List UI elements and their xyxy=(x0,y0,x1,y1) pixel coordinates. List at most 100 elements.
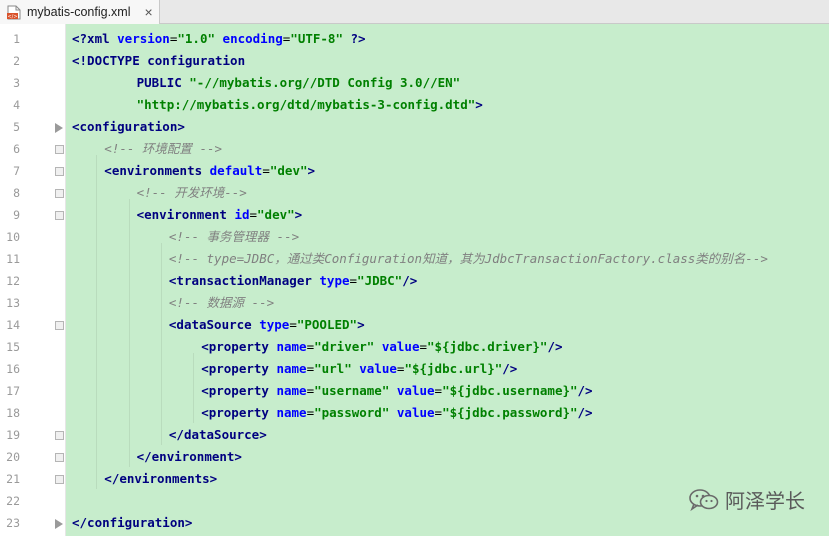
line-number: 16 xyxy=(6,362,20,376)
code-line[interactable]: PUBLIC "-//mybatis.org//DTD Config 3.0//… xyxy=(137,72,461,94)
indent-guide xyxy=(96,155,98,489)
line-number-gutter: 1 2 3 4 5 6 7 8 9 10 11 12 13 14 15 16 17 18 19 20 21 22 23 xyxy=(0,24,66,536)
code-token: "JDBC" xyxy=(357,273,403,288)
code-token: <!-- 开发环境--> xyxy=(136,185,247,200)
line-number: 4 xyxy=(13,98,20,112)
code-line[interactable]: <environments default="dev"> xyxy=(104,160,315,182)
code-token: > xyxy=(307,163,316,178)
code-line[interactable]: <!-- type=JDBC，通过类Configuration知道，其为Jdbc… xyxy=(169,248,768,270)
indent-guide xyxy=(128,199,130,467)
code-line[interactable]: <transactionManager type="JDBC"/> xyxy=(169,270,417,292)
code-token: "${jdbc.password}" xyxy=(442,405,578,420)
line-number: 11 xyxy=(6,252,20,266)
code-token: <property xyxy=(201,383,277,398)
code-token: version xyxy=(117,31,170,46)
watermark: 阿泽学长 xyxy=(689,485,805,514)
code-line[interactable]: <!-- 开发环境--> xyxy=(137,182,247,204)
indent-guide xyxy=(193,353,195,423)
code-token: "driver" xyxy=(314,339,375,354)
code-token: <configuration> xyxy=(72,119,185,134)
code-token: = xyxy=(289,317,297,332)
code-line[interactable]: <property name="url" value="${jdbc.url}"… xyxy=(201,358,517,380)
code-token: = xyxy=(434,405,443,420)
code-line[interactable]: <environment id="dev"> xyxy=(137,204,303,226)
code-token: encoding xyxy=(222,31,283,46)
close-icon[interactable]: × xyxy=(145,5,153,19)
fold-marker-icon[interactable] xyxy=(55,211,64,220)
code-token: </environments> xyxy=(104,471,218,486)
line-number: 17 xyxy=(6,384,20,398)
code-line[interactable]: <!-- 事务管理器 --> xyxy=(169,226,299,248)
code-token: <environments xyxy=(104,163,210,178)
line-number: 13 xyxy=(6,296,20,310)
code-token: <property xyxy=(201,405,277,420)
code-line[interactable]: <?xml version="1.0" encoding="UTF-8" ?> xyxy=(72,28,366,50)
code-token: /> xyxy=(577,383,593,398)
code-line[interactable]: <property name="driver" value="${jdbc.dr… xyxy=(201,336,562,358)
fold-marker-icon[interactable] xyxy=(55,453,64,462)
code-line[interactable]: </dataSource> xyxy=(169,424,267,446)
fold-marker-icon[interactable] xyxy=(55,321,64,330)
code-token: name xyxy=(276,383,307,398)
code-line[interactable]: <configuration> xyxy=(72,116,185,138)
code-line[interactable]: <!-- 环境配置 --> xyxy=(104,138,222,160)
code-line[interactable]: "http://mybatis.org/dtd/mybatis-3-config… xyxy=(137,94,483,116)
fold-marker-icon[interactable] xyxy=(55,145,64,154)
code-token: "${jdbc.username}" xyxy=(442,383,578,398)
code-token: <transactionManager xyxy=(168,273,320,288)
code-token: = xyxy=(419,339,428,354)
line-number: 19 xyxy=(6,428,20,442)
line-number: 21 xyxy=(6,472,20,486)
fold-marker-icon[interactable] xyxy=(55,431,64,440)
fold-marker-icon[interactable] xyxy=(55,189,64,198)
line-number: 8 xyxy=(13,186,20,200)
code-token: <property xyxy=(201,361,277,376)
fold-marker-icon[interactable] xyxy=(55,475,64,484)
code-token: <dataSource xyxy=(168,317,260,332)
code-token: type xyxy=(319,273,350,288)
line-number: 3 xyxy=(13,76,20,90)
code-token: value xyxy=(381,339,420,354)
code-token: "password" xyxy=(314,405,390,420)
code-token: value xyxy=(359,361,397,376)
fold-marker-icon[interactable] xyxy=(55,123,63,133)
code-token: "${jdbc.url}" xyxy=(404,361,503,376)
line-number: 5 xyxy=(13,120,20,134)
fold-marker-icon[interactable] xyxy=(55,167,64,176)
line-number: 12 xyxy=(6,274,20,288)
code-token: </environment> xyxy=(136,449,242,464)
code-token: name xyxy=(276,405,307,420)
line-number: 7 xyxy=(13,164,20,178)
watermark-text: 阿泽学长 xyxy=(725,489,805,513)
tab-bar: </> mybatis-config.xml × xyxy=(0,0,829,24)
code-token: <!DOCTYPE configuration xyxy=(72,53,246,68)
code-token: "url" xyxy=(314,361,352,376)
code-token: name xyxy=(276,361,307,376)
code-line[interactable]: </configuration> xyxy=(72,512,192,534)
code-line[interactable]: <!-- 数据源 --> xyxy=(169,292,274,314)
code-line[interactable]: <dataSource type="POOLED"> xyxy=(169,314,365,336)
code-token: value xyxy=(396,405,435,420)
code-token: "-//mybatis.org//DTD Config 3.0//EN" xyxy=(189,75,461,90)
code-line[interactable]: <property name="username" value="${jdbc.… xyxy=(201,380,592,402)
tab-mybatis-config[interactable]: </> mybatis-config.xml × xyxy=(0,0,160,24)
code-line[interactable]: <!DOCTYPE configuration xyxy=(72,50,245,72)
code-token: name xyxy=(276,339,307,354)
code-token: = xyxy=(434,383,443,398)
code-token: PUBLIC xyxy=(136,75,190,90)
tab-label: mybatis-config.xml xyxy=(27,5,131,19)
code-token: > xyxy=(357,317,365,332)
code-token: <environment xyxy=(136,207,235,222)
code-token: /> xyxy=(577,405,593,420)
fold-marker-icon[interactable] xyxy=(55,519,63,529)
code-area[interactable]: <?xml version="1.0" encoding="UTF-8" ?> <… xyxy=(66,24,829,536)
code-token: = xyxy=(306,361,315,376)
code-line[interactable]: </environments> xyxy=(104,468,217,490)
code-line[interactable]: <property name="password" value="${jdbc.… xyxy=(201,402,592,424)
line-number: 9 xyxy=(13,208,20,222)
code-line[interactable]: </environment> xyxy=(137,446,242,468)
code-token: </dataSource> xyxy=(168,427,267,442)
line-number: 14 xyxy=(6,318,20,332)
